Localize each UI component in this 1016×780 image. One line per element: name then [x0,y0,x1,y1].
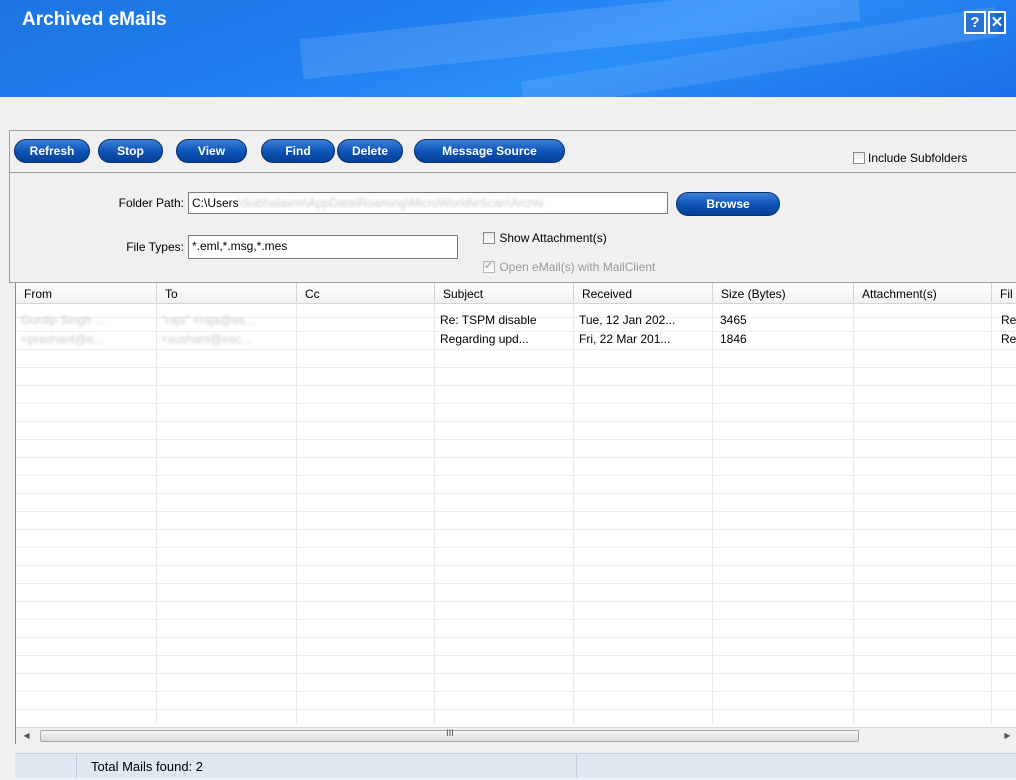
cell-from: Gurdip Singh ... [21,313,105,327]
cell-cc [296,332,434,346]
grid-line [16,583,1016,584]
browse-button[interactable]: Browse [676,192,780,216]
include-subfolders-option[interactable]: Include Subfolders [853,150,967,165]
grid-line [16,457,1016,458]
column-subject[interactable]: Subject [435,283,574,303]
toolbar: Refresh Stop View Find Delete Message So… [9,130,1016,172]
include-subfolders-checkbox[interactable] [853,151,865,164]
cell-cc [296,313,434,327]
status-bar: Total Mails found: 2 [15,753,1016,778]
grid-line [16,493,1016,494]
grid-line [16,709,1016,710]
cell-attachments [853,332,991,346]
scrollbar-grip: III [446,729,454,739]
show-attachments-label: Show Attachment(s) [499,230,607,245]
grid-line [296,303,297,723]
status-pane-right [577,754,1016,778]
folder-path-value-redacted: \Subhalaxmi\AppData\Roaming\MicroWorld\e… [238,196,544,210]
grid-line [16,511,1016,512]
stop-button[interactable]: Stop [98,139,163,163]
open-mailclient-checkbox [483,259,495,273]
scrollbar-thumb[interactable]: III [40,729,859,742]
window-spacer [0,97,1016,130]
title-bar: Archived eMails ? ✕ [0,0,1016,97]
column-size[interactable]: Size (Bytes) [713,283,854,303]
cell-from: <prashant@e... [21,332,104,346]
open-mailclient-option: Open eMail(s) with MailClient [483,259,655,274]
column-to[interactable]: To [157,283,297,303]
scroll-left-arrow-icon[interactable]: ◀ [18,728,35,744]
grid-line [16,673,1016,674]
cell-size: 3465 [720,313,747,327]
scroll-right-arrow-icon[interactable]: ▶ [999,728,1016,744]
grid-line [156,303,157,723]
cell-received: Fri, 22 Mar 201... [579,332,671,346]
find-button[interactable]: Find [261,139,335,163]
cell-to: <sushant@esc... [161,332,251,346]
grid-line [16,637,1016,638]
view-button[interactable]: View [176,139,247,163]
column-cc[interactable]: Cc [297,283,435,303]
grid-line [16,367,1016,368]
include-subfolders-label: Include Subfolders [868,150,968,165]
folder-path-input[interactable]: C:\Users\Subhalaxmi\AppData\Roaming\Micr… [188,192,668,214]
grid-line [16,385,1016,386]
grid-line [16,619,1016,620]
grid-line [16,475,1016,476]
grid-line [16,655,1016,656]
grid-line [16,565,1016,566]
file-types-input[interactable]: *.eml,*.msg,*.mes [188,235,458,259]
column-attachments[interactable]: Attachment(s) [854,283,992,303]
grid-header: From To Cc Subject Received Size (Bytes)… [16,283,1016,304]
grid-line [573,303,574,723]
grid-line [16,547,1016,548]
cell-size: 1846 [720,332,747,346]
grid-line [16,601,1016,602]
grid-line [991,303,992,723]
cell-attachments [853,313,991,327]
close-button[interactable]: ✕ [988,11,1006,34]
grid-line [16,349,1016,350]
cell-subject: Re: TSPM disable [440,313,537,327]
column-from[interactable]: From [16,283,157,303]
help-button[interactable]: ? [964,11,986,34]
grid-line [16,691,1016,692]
folder-path-label: Folder Path: [118,196,184,210]
grid-line [16,403,1016,404]
grid-line [16,421,1016,422]
file-types-label: File Types: [126,240,184,254]
column-received[interactable]: Received [574,283,713,303]
column-file[interactable]: Fil [992,283,1016,303]
cell-file: Re [1001,313,1016,327]
refresh-button[interactable]: Refresh [14,139,90,163]
show-attachments-checkbox[interactable] [483,231,495,244]
folder-path-value: C:\Users [192,196,239,210]
cell-subject: Regarding upd... [440,332,529,346]
mail-grid[interactable]: From To Cc Subject Received Size (Bytes)… [15,283,1016,744]
cell-file: Re [1001,332,1016,346]
show-attachments-option[interactable]: Show Attachment(s) [483,230,607,245]
cell-to: "raja" <raja@es... [161,313,255,327]
message-source-button[interactable]: Message Source [414,139,565,163]
folder-panel: Folder Path: C:\Users\Subhalaxmi\AppData… [9,172,1016,283]
cell-received: Tue, 12 Jan 202... [579,313,676,327]
grid-line [434,303,435,723]
grid-line [16,529,1016,530]
total-mails-status: Total Mails found: 2 [77,754,577,778]
grid-line [16,439,1016,440]
grid-line [853,303,854,723]
delete-button[interactable]: Delete [337,139,403,163]
open-mailclient-label: Open eMail(s) with MailClient [499,259,656,274]
window-title: Archived eMails [22,9,167,30]
grid-line [712,303,713,723]
horizontal-scrollbar[interactable]: ◀ III ▶ [16,727,1016,744]
status-pane-blank [15,754,77,778]
